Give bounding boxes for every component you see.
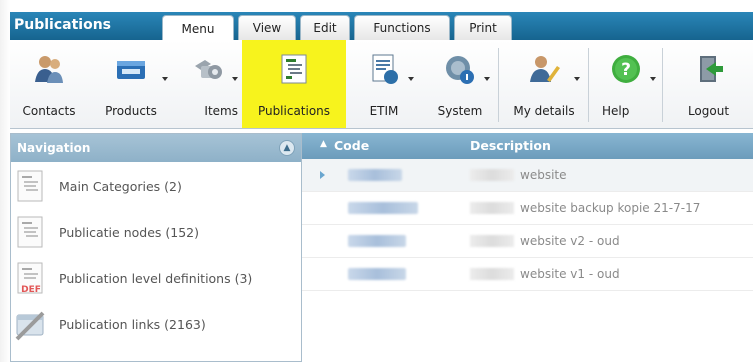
my-details-label: My details [513,104,575,118]
document-icon [17,170,43,202]
description-cell: website [520,168,567,182]
contacts-icon [35,56,63,83]
items-icon [195,60,222,79]
document-def-icon: DEF [17,262,43,295]
tab-bar: Publications Menu View Edit Functions Pr… [10,12,753,41]
column-header-code[interactable]: Code [334,138,369,153]
tab-edit[interactable]: Edit [300,15,350,40]
description-cell: website v1 - oud [520,267,620,281]
redacted-description [470,202,514,214]
logout-label: Logout [687,104,730,118]
ribbon-toolbar: Contacts Products Items Publications ETI… [10,40,753,129]
publications-button[interactable]: Publications [242,40,346,128]
publications-label: Publications [257,104,331,118]
table-row[interactable]: website [302,159,753,192]
grid-header: ▲ Code Description [302,133,753,159]
navigation-title: Navigation [17,141,91,155]
nav-item-publication-level-definitions[interactable]: DEF Publication level definitions (3) [11,254,301,300]
nav-item-label: Main Categories (2) [59,179,182,194]
navigation-panel: Navigation ▲ Main Categories (2) Publica… [10,133,302,362]
nav-item-label: Publication level definitions (3) [59,271,253,286]
table-row[interactable]: website v1 - oud [302,258,753,291]
redacted-code [348,235,406,247]
tab-view[interactable]: View [238,15,296,40]
etim-label: ETIM [369,104,399,118]
svg-text:DEF: DEF [21,285,41,295]
redacted-code [348,202,418,214]
redacted-description [470,169,514,181]
table-row[interactable]: website v2 - oud [302,225,753,258]
products-icon [117,61,145,79]
nav-item-main-categories[interactable]: Main Categories (2) [11,162,301,208]
contacts-button[interactable]: Contacts [10,40,88,128]
redacted-description [470,268,514,280]
tab-print[interactable]: Print [454,15,512,40]
redacted-code [348,268,406,280]
logout-icon [699,56,723,82]
system-icon [446,56,474,84]
my-details-icon [530,56,560,82]
ribbon-separator [588,48,589,122]
help-dropdown-icon[interactable] [650,77,656,81]
selected-row-icon [320,171,325,179]
nav-item-publication-links[interactable]: Publication links (2163) [11,300,301,346]
window-edge [0,0,10,362]
help-button[interactable]: ? Help [590,40,662,128]
column-header-description[interactable]: Description [470,138,551,153]
system-dropdown-icon[interactable] [484,77,490,81]
products-label: Products [105,104,157,118]
app-window: Publications Menu View Edit Functions Pr… [0,0,753,362]
ribbon-separator [662,48,663,122]
nav-item-label: Publication links (2163) [59,317,206,332]
table-row[interactable]: website backup kopie 21-7-17 [302,192,753,225]
tab-functions[interactable]: Functions [354,15,450,40]
link-icon [15,311,45,341]
items-label: Items [204,104,238,118]
help-icon: ? [612,55,640,83]
etim-dropdown-icon[interactable] [408,77,414,81]
navigation-header: Navigation ▲ [11,134,301,162]
description-cell: website backup kopie 21-7-17 [520,201,701,215]
logout-button[interactable]: Logout [664,40,753,128]
etim-button[interactable]: ETIM [346,40,422,128]
ribbon-separator [498,48,499,122]
publications-icon [281,54,307,84]
sort-ascending-icon[interactable]: ▲ [320,139,327,149]
tab-menu[interactable]: Menu [162,15,234,41]
collapse-icon[interactable]: ▲ [279,140,295,156]
publications-grid: ▲ Code Description website website backu… [302,133,753,362]
products-button[interactable]: Products [88,40,174,128]
contacts-label: Contacts [22,104,76,118]
system-button[interactable]: System [422,40,498,128]
redacted-code [348,169,402,181]
description-cell: website v2 - oud [520,234,620,248]
items-dropdown-icon[interactable] [232,77,238,81]
nav-item-label: Publicatie nodes (152) [59,225,199,240]
my-details-button[interactable]: My details [500,40,588,128]
my-details-dropdown-icon[interactable] [574,77,580,81]
document-icon [17,216,43,248]
help-label: Help [602,104,630,118]
svg-text:?: ? [621,60,631,80]
items-button[interactable]: Items [174,40,242,128]
etim-icon [372,54,398,84]
app-title: Publications [14,17,112,33]
redacted-description [470,235,514,247]
system-label: System [437,104,483,118]
nav-item-publicatie-nodes[interactable]: Publicatie nodes (152) [11,208,301,254]
products-dropdown-icon[interactable] [162,77,168,81]
